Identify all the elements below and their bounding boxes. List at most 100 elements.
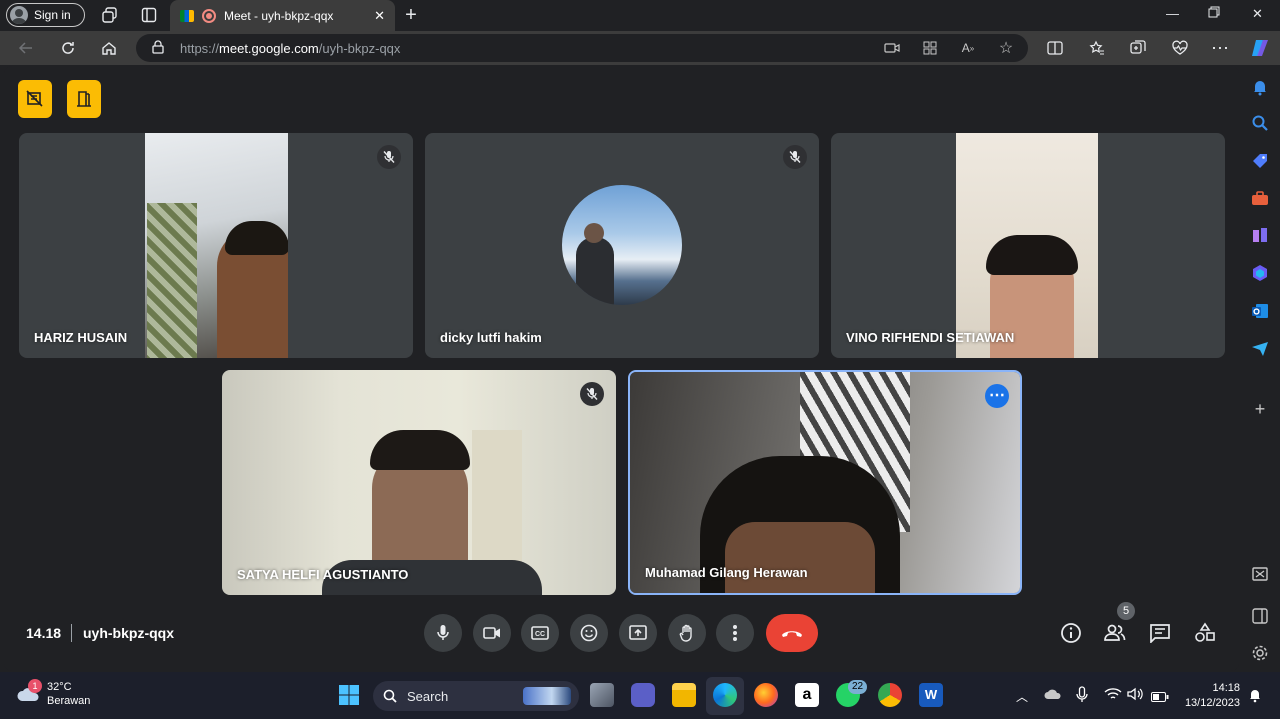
meeting-details-button[interactable]: [1058, 620, 1084, 646]
video-camera-icon: [483, 627, 500, 639]
present-screen-button[interactable]: [619, 614, 657, 652]
tab-title: Meet - uyh-bkpz-qqx: [224, 8, 334, 23]
screenshot-icon[interactable]: [1251, 565, 1269, 583]
participant-tile[interactable]: HARIZ HUSAIN: [19, 133, 413, 358]
url-field[interactable]: https://meet.google.com/uyh-bkpz-qqx A» …: [136, 34, 1028, 62]
url-path: /uyh-bkpz-qqx: [318, 40, 401, 56]
weather-widget[interactable]: 32°C Berawan: [47, 680, 90, 708]
participant-name: HARIZ HUSAIN: [34, 330, 128, 345]
search-icon[interactable]: [1251, 114, 1269, 132]
shopping-tag-icon[interactable]: [1251, 152, 1269, 170]
camera-button[interactable]: [473, 614, 511, 652]
tools-icon[interactable]: [1251, 190, 1269, 208]
close-tab-icon[interactable]: ✕: [374, 8, 385, 24]
lock-icon[interactable]: [152, 40, 164, 54]
speaker-icon[interactable]: [1127, 687, 1143, 701]
avatar-head: [584, 223, 604, 243]
chat-icon: [1150, 624, 1170, 643]
search-placeholder: Search: [407, 688, 449, 704]
participant-tile[interactable]: VINO RIFHENDI SETIAWAN: [831, 133, 1225, 358]
leave-room-button[interactable]: [67, 80, 101, 118]
outlook-icon[interactable]: [1251, 302, 1269, 320]
split-screen-icon[interactable]: [1045, 38, 1065, 58]
read-aloud-icon[interactable]: A»: [960, 40, 976, 56]
minimize-icon[interactable]: —: [1166, 6, 1179, 21]
word-icon[interactable]: W: [919, 683, 943, 707]
participant-tile[interactable]: SATYA HELFI AGUSTIANTO: [222, 370, 616, 595]
system-clock[interactable]: 14:18 13/12/2023: [1185, 681, 1240, 711]
leave-call-button[interactable]: [766, 614, 818, 652]
back-icon[interactable]: [16, 38, 36, 58]
task-view-icon[interactable]: [590, 683, 614, 707]
camera-permission-icon[interactable]: [884, 40, 900, 56]
windows-start-icon[interactable]: [338, 684, 360, 706]
new-tab-icon[interactable]: +: [402, 4, 420, 26]
gear-icon[interactable]: [1251, 644, 1269, 662]
microphone-tray-icon[interactable]: [1075, 686, 1089, 704]
sign-in-label: Sign in: [34, 8, 71, 22]
drop-send-icon[interactable]: [1251, 340, 1269, 358]
windows-taskbar: 1 32°C Berawan Search a 22 W ︿ 14:18 13/…: [0, 672, 1280, 719]
info-icon: [1061, 623, 1081, 643]
recording-icon: [202, 8, 216, 23]
activities-button[interactable]: [1192, 620, 1218, 646]
copilot-icon[interactable]: [1250, 38, 1270, 58]
people-icon: [1104, 624, 1126, 641]
host-controls-button[interactable]: [18, 80, 52, 118]
cloud-weather-icon[interactable]: 1: [16, 679, 42, 704]
more-options-button[interactable]: [716, 614, 754, 652]
raise-hand-button[interactable]: [668, 614, 706, 652]
bell-icon[interactable]: [1251, 78, 1269, 96]
firefox-icon[interactable]: [754, 683, 778, 707]
person-hair: [225, 221, 288, 255]
present-icon: [629, 625, 647, 640]
games-icon[interactable]: [1251, 226, 1269, 244]
wifi-icon[interactable]: [1104, 687, 1122, 701]
battery-icon[interactable]: [1151, 689, 1169, 702]
weather-condition: Berawan: [47, 695, 91, 707]
edge-browser-icon[interactable]: [713, 683, 737, 707]
browser-essentials-icon[interactable]: [1170, 38, 1190, 58]
teams-icon[interactable]: [631, 683, 655, 707]
restore-icon[interactable]: [1208, 6, 1220, 21]
refresh-icon[interactable]: [58, 38, 78, 58]
settings-more-icon[interactable]: ⋯: [1210, 38, 1230, 58]
favorites-icon[interactable]: [1087, 38, 1107, 58]
taskbar-search[interactable]: Search: [373, 681, 579, 711]
chevron-up-icon[interactable]: ︿: [1016, 688, 1028, 705]
amazon-icon[interactable]: a: [795, 683, 819, 707]
file-explorer-icon[interactable]: [672, 683, 696, 707]
tab-meet[interactable]: Meet - uyh-bkpz-qqx ✕: [170, 0, 395, 31]
participant-tile[interactable]: dicky lutfi hakim: [425, 133, 819, 358]
chat-button[interactable]: [1147, 620, 1173, 646]
captions-button[interactable]: CC: [521, 614, 559, 652]
people-button[interactable]: [1102, 620, 1128, 646]
meeting-code: uyh-bkpz-qqx: [83, 625, 174, 641]
app-available-icon[interactable]: [922, 40, 938, 56]
participant-name: SATYA HELFI AGUSTIANTO: [237, 567, 409, 582]
collections-icon[interactable]: [1128, 38, 1148, 58]
profile-icon: [10, 6, 28, 24]
home-icon[interactable]: [99, 38, 119, 58]
tab-actions-icon[interactable]: [140, 6, 158, 24]
workspaces-icon[interactable]: [101, 6, 119, 24]
sign-in-button[interactable]: Sign in: [6, 3, 85, 27]
door-icon: [77, 91, 91, 107]
divider: [71, 624, 72, 642]
more-options-icon[interactable]: ⋯: [985, 384, 1009, 408]
microsoft-365-icon[interactable]: [1251, 264, 1269, 282]
close-window-icon[interactable]: ✕: [1252, 6, 1263, 22]
favorite-star-icon[interactable]: ☆: [998, 40, 1014, 57]
reactions-button[interactable]: [570, 614, 608, 652]
self-view-tile[interactable]: Muhamad Gilang Herawan ⋯: [628, 370, 1022, 595]
whatsapp-badge: 22: [848, 680, 868, 694]
notification-bell-icon[interactable]: [1248, 687, 1262, 703]
hang-up-icon: [782, 631, 802, 637]
browser-title-bar: Sign in Meet - uyh-bkpz-qqx ✕ + — ✕: [0, 0, 1280, 31]
sidebar-toggle-icon[interactable]: [1251, 607, 1269, 625]
person-hair: [370, 430, 470, 470]
add-icon[interactable]: +: [1251, 400, 1269, 418]
chrome-icon[interactable]: [878, 683, 902, 707]
microphone-button[interactable]: [424, 614, 462, 652]
onedrive-icon[interactable]: [1044, 687, 1062, 701]
